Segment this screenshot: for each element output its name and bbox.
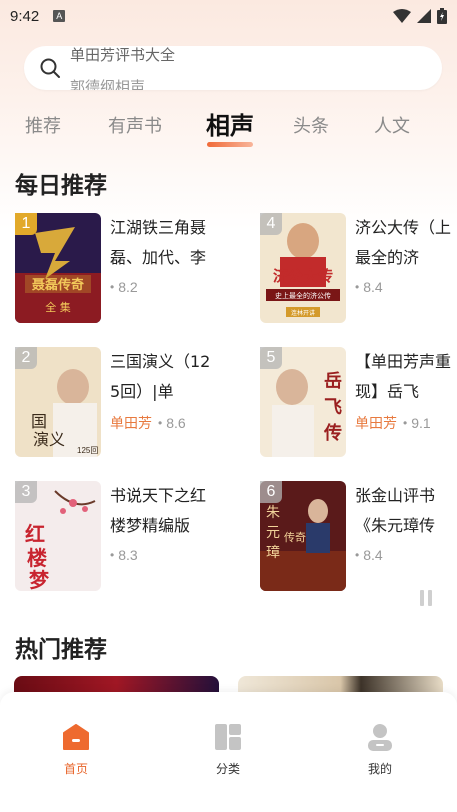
home-icon <box>63 724 89 750</box>
bottom-nav: 首页 分类 我的 <box>0 692 457 812</box>
score-dot: • <box>403 416 408 430</box>
rank-badge: 4 <box>260 213 282 235</box>
nav-home[interactable]: 首页 <box>46 722 106 777</box>
svg-text:朱: 朱 <box>266 505 280 521</box>
tab-audiobook[interactable]: 有声书 <box>108 112 162 138</box>
daily-section-title: 每日推荐 <box>15 172 107 198</box>
svg-text:元: 元 <box>266 525 280 541</box>
nav-home-label: 首页 <box>63 762 88 776</box>
list-item[interactable]: 国 演义 125回 2 三国演义（125回）|单 单田芳 • 8.6 <box>15 347 225 459</box>
item-title: 三国演义（125回）|单 <box>110 352 211 401</box>
tab-crosstalk[interactable]: 相声 <box>206 106 254 141</box>
rank-badge: 3 <box>15 481 37 503</box>
item-meta: 单田芳 • 9.1 <box>355 413 431 433</box>
tab-humanities[interactable]: 人文 <box>374 112 410 138</box>
svg-text:连林开讲: 连林开讲 <box>291 309 315 317</box>
rank-badge: 2 <box>15 347 37 369</box>
item-meta: • 8.4 <box>355 279 383 295</box>
status-bar: 9:42 A <box>0 0 457 32</box>
svg-text:全 集: 全 集 <box>45 300 71 314</box>
item-title: 张金山评书《朱元璋传 <box>355 486 436 535</box>
tab-recommend[interactable]: 推荐 <box>25 112 61 138</box>
svg-text:演义: 演义 <box>33 430 65 449</box>
item-meta: • 8.3 <box>110 547 138 563</box>
item-meta: • 8.4 <box>355 547 383 563</box>
list-item[interactable]: 聂磊传奇 全 集 1 江湖铁三角聂磊、加代、李 • 8.2 <box>15 213 225 325</box>
item-author: 单田芳 <box>110 415 152 431</box>
item-score: 9.1 <box>411 415 431 431</box>
list-item[interactable]: 红 楼 梦 3 书说天下之红楼梦精编版 • 8.3 <box>15 481 225 593</box>
category-tabs: 推荐 有声书 相声 头条 人文 <box>0 106 457 147</box>
svg-text:史上最全的济公传: 史上最全的济公传 <box>275 291 331 300</box>
svg-text:梦: 梦 <box>29 568 50 591</box>
status-time: 9:42 <box>10 7 40 25</box>
svg-text:125回: 125回 <box>77 446 98 455</box>
score-dot: • <box>110 548 115 562</box>
score-dot: • <box>355 280 360 294</box>
item-title: 江湖铁三角聂磊、加代、李 <box>110 218 207 267</box>
list-item[interactable]: 济公大传 史上最全的济公传 连林开讲 4 济公大传（上最全的济 • 8.4 <box>260 213 457 325</box>
hot-section-title: 热门推荐 <box>15 636 107 662</box>
nav-profile-label: 我的 <box>367 762 392 776</box>
svg-text:聂磊传奇: 聂磊传奇 <box>31 277 84 293</box>
status-icons <box>393 8 447 24</box>
svg-text:国: 国 <box>31 412 47 431</box>
item-meta: 单田芳 • 8.6 <box>110 413 186 433</box>
battery-icon <box>437 8 447 24</box>
rank-badge: 1 <box>15 213 37 235</box>
search-icon <box>40 58 60 78</box>
svg-text:济公大传: 济公大传 <box>273 267 333 285</box>
item-title: 济公大传（上最全的济 <box>355 218 452 267</box>
svg-text:飞: 飞 <box>324 397 342 418</box>
nav-category-label: 分类 <box>215 762 240 776</box>
nav-profile[interactable]: 我的 <box>350 722 410 777</box>
list-item[interactable]: 朱 元 璋 传奇 6 张金山评书《朱元璋传 • 8.4 <box>260 481 457 593</box>
item-score: 8.3 <box>118 547 138 563</box>
svg-text:岳: 岳 <box>324 371 342 392</box>
list-item[interactable]: 岳 飞 传 5 【单田芳声重现】岳飞 单田芳 • 9.1 <box>260 347 457 459</box>
item-score: 8.2 <box>118 279 138 295</box>
score-dot: • <box>355 548 360 562</box>
search-placeholder: 单田芳评书大全 <box>70 47 176 64</box>
score-dot: • <box>110 280 115 294</box>
wifi-icon <box>393 9 411 23</box>
nav-category[interactable]: 分类 <box>198 722 258 777</box>
item-score: 8.4 <box>363 279 383 295</box>
active-tab-indicator <box>207 142 253 147</box>
item-title: 【单田芳声重现】岳飞 <box>355 352 452 401</box>
item-author: 单田芳 <box>355 415 397 431</box>
search-bar[interactable]: 单田芳评书大全 郭德纲相声 <box>24 46 442 90</box>
signal-icon <box>417 9 431 23</box>
search-placeholder-next: 郭德纲相声 <box>70 79 146 90</box>
category-icon <box>215 724 241 750</box>
item-score: 8.4 <box>363 547 383 563</box>
profile-icon <box>368 724 392 751</box>
item-meta: • 8.2 <box>110 279 138 295</box>
svg-text:传奇: 传奇 <box>284 531 306 544</box>
svg-text:红: 红 <box>25 522 45 546</box>
item-title: 书说天下之红楼梦精编版 <box>110 486 207 535</box>
notification-icon: A <box>53 10 66 22</box>
svg-text:传: 传 <box>323 422 342 444</box>
pause-icon[interactable] <box>420 590 434 606</box>
rank-badge: 5 <box>260 347 282 369</box>
tab-headlines[interactable]: 头条 <box>293 112 329 138</box>
svg-text:璋: 璋 <box>266 545 280 561</box>
search-input[interactable]: 单田芳评书大全 郭德纲相声 <box>70 46 442 90</box>
score-dot: • <box>158 416 163 430</box>
item-score: 8.6 <box>166 415 186 431</box>
svg-text:楼: 楼 <box>27 546 47 570</box>
rank-badge: 6 <box>260 481 282 503</box>
